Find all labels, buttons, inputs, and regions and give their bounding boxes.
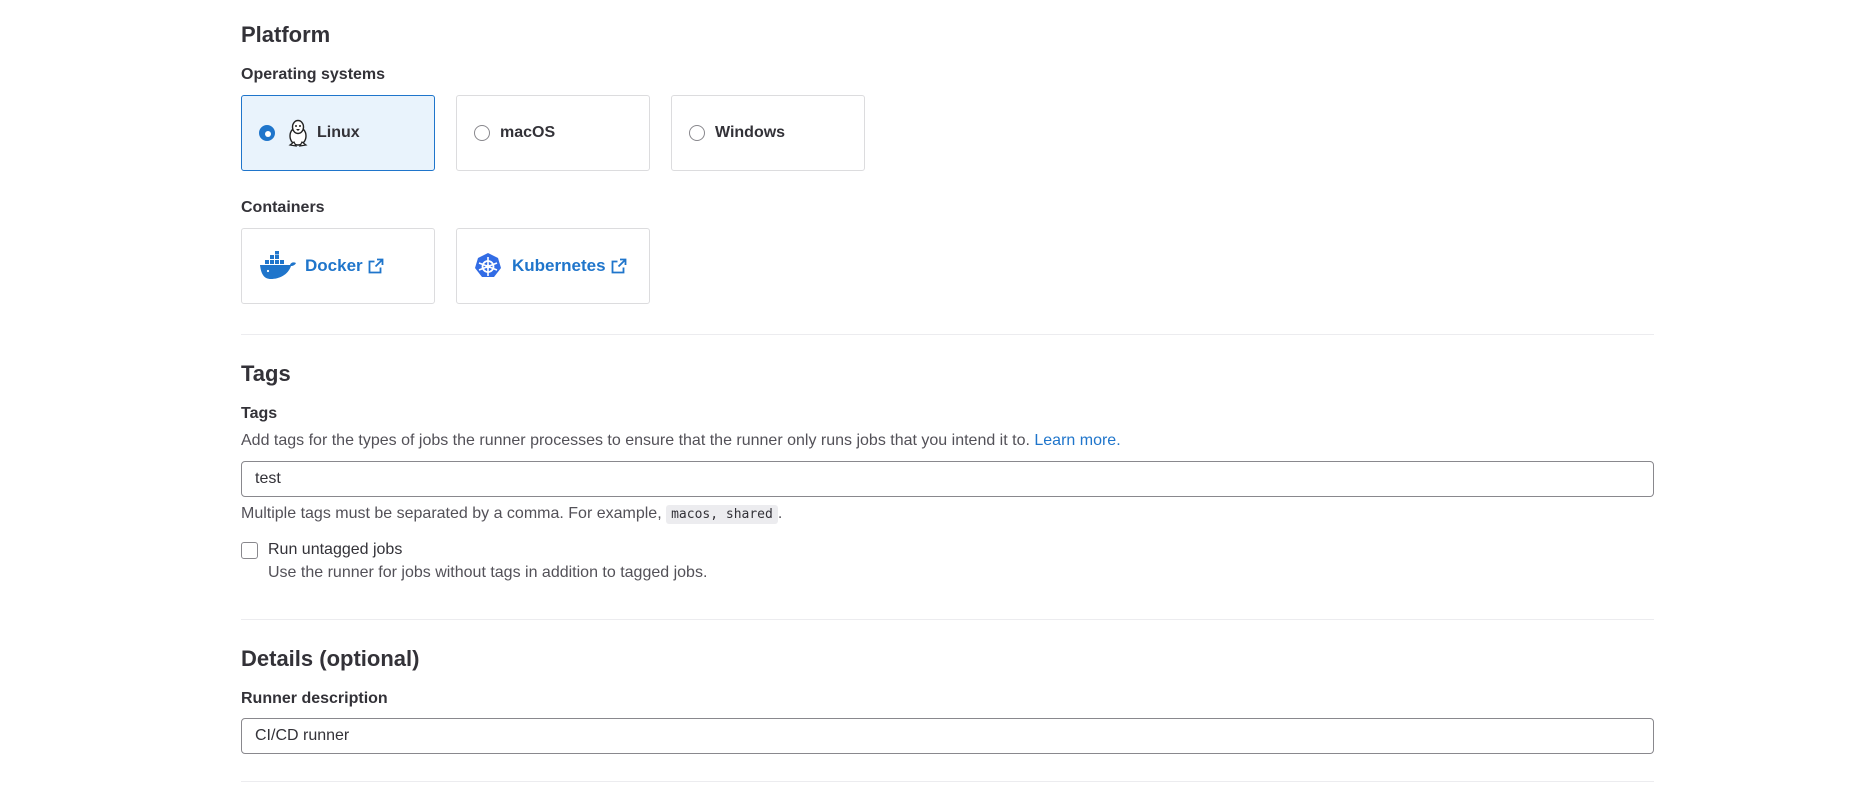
docker-link[interactable]: Docker [305,256,384,276]
os-option-linux[interactable]: Linux [241,95,435,171]
os-option-windows[interactable]: Windows [671,95,865,171]
container-docker[interactable]: Docker [241,228,435,304]
details-section-title: Details (optional) [241,646,420,671]
tags-help-description: Add tags for the types of jobs the runne… [241,432,1030,449]
section-divider [241,781,1654,782]
runner-description-label: Runner description [241,690,388,707]
kubernetes-icon [475,253,501,277]
external-link-icon [368,258,384,274]
macos-radio[interactable] [474,125,490,141]
separator-example-code: macos, shared [666,505,778,524]
container-kubernetes[interactable]: Kubernetes [456,228,650,304]
docker-label: Docker [305,256,363,275]
kubernetes-link[interactable]: Kubernetes [512,256,627,276]
tags-section-title: Tags [241,361,291,386]
runner-description-input[interactable] [241,718,1654,754]
section-divider [241,334,1654,335]
tags-field-label: Tags [241,405,278,422]
os-option-macos[interactable]: macOS [456,95,650,171]
linux-tux-icon [288,119,308,147]
separator-help-prefix: Multiple tags must be separated by a com… [241,505,662,522]
docker-icon [260,251,296,279]
run-untagged-checkbox[interactable] [241,542,258,559]
external-link-icon [611,258,626,274]
tags-separator-help: Multiple tags must be separated by a com… [241,505,783,524]
linux-radio[interactable] [259,125,275,141]
tags-input[interactable] [241,461,1654,497]
linux-label: Linux [317,124,360,141]
windows-radio[interactable] [689,125,705,141]
platform-section-title: Platform [241,22,331,47]
kubernetes-label: Kubernetes [512,256,606,275]
macos-label: macOS [500,124,556,141]
separator-help-suffix: . [777,505,783,522]
run-untagged-help: Use the runner for jobs without tags in … [268,564,708,581]
section-divider [241,619,1654,620]
containers-label: Containers [241,199,325,216]
run-untagged-label[interactable]: Run untagged jobs [268,541,402,559]
tags-help-text: Add tags for the types of jobs the runne… [241,432,1121,450]
windows-label: Windows [715,124,786,141]
os-label: Operating systems [241,66,386,83]
learn-more-link[interactable]: Learn more. [1034,432,1120,449]
